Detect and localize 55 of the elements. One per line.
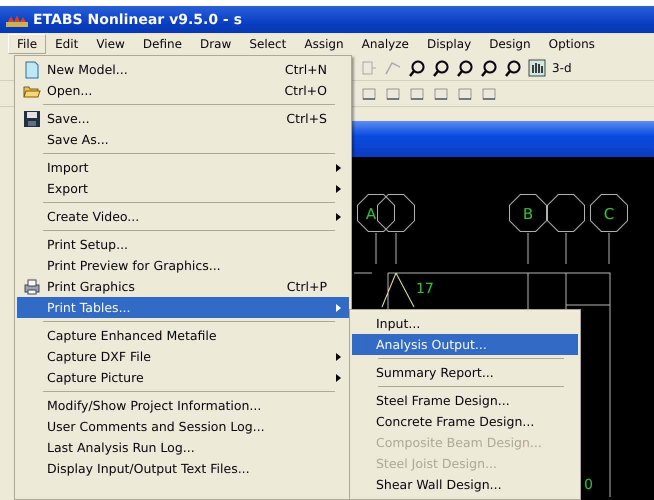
menu-item[interactable]: User Comments and Session Log...	[17, 416, 349, 437]
menu-item[interactable]: Capture Picture	[17, 367, 349, 388]
view-label: 3-d	[552, 60, 572, 74]
menu-item[interactable]: Assign	[295, 34, 353, 54]
zoom-icon[interactable]	[432, 58, 450, 76]
menu-item[interactable]: Create Video...	[17, 206, 349, 227]
menu-item[interactable]: Open... Ctrl+O	[17, 80, 349, 101]
point-label: 17	[416, 281, 434, 297]
menu-item[interactable]: Print Preview for Graphics...	[17, 255, 349, 276]
grid-label: B	[522, 205, 534, 223]
menu-item[interactable]: File	[8, 34, 46, 54]
menu-item[interactable]: Modify/Show Project Information...	[17, 395, 349, 416]
zoom-icon[interactable]	[504, 58, 522, 76]
menu-item[interactable]: Capture Enhanced Metafile	[17, 325, 349, 346]
menu-item[interactable]: Input...	[352, 313, 578, 334]
menu-item[interactable]: Print Setup...	[17, 234, 349, 255]
menu-item[interactable]: Capture DXF File	[17, 346, 349, 367]
shortcut-label: Ctrl+S	[286, 111, 327, 126]
menu-item[interactable]: Print Tables...	[17, 297, 349, 318]
grid-label: A	[366, 205, 376, 223]
menu-item[interactable]: Steel Frame Design...	[352, 390, 578, 411]
menu-item[interactable]: Import	[17, 157, 349, 178]
menu-item[interactable]: Last Analysis Run Log...	[17, 437, 349, 458]
menu-item[interactable]: Summary Report...	[352, 362, 578, 383]
zoom-icon[interactable]	[480, 58, 498, 76]
menu-item[interactable]: Select	[240, 34, 296, 54]
menu-item[interactable]: Display	[418, 34, 480, 54]
menu-item[interactable]: Draw	[191, 34, 240, 54]
window-title: ETABS Nonlinear v9.5.0 - s	[33, 12, 242, 28]
menu-item[interactable]: New Model... Ctrl+N	[17, 59, 349, 80]
menu-item[interactable]: Save... Ctrl+S	[17, 108, 349, 129]
shortcut-label: Ctrl+O	[284, 83, 327, 98]
menu-item[interactable]: Options	[540, 34, 604, 54]
menu-item[interactable]: Analysis Output...	[352, 334, 578, 355]
frame-icon[interactable]	[360, 58, 378, 76]
menu-item[interactable]: Export	[17, 178, 349, 199]
menu-item[interactable]: Print Graphics Ctrl+P	[17, 276, 349, 297]
grid-label: C	[604, 205, 614, 223]
menu-item[interactable]: Shear Wall Design...	[352, 474, 578, 495]
menu-item[interactable]: Display Input/Output Text Files...	[17, 458, 349, 479]
menu-item[interactable]: Save As...	[17, 129, 349, 150]
app-icon	[6, 12, 28, 26]
zoom-icon[interactable]	[456, 58, 474, 76]
menu-item[interactable]: View	[87, 34, 134, 54]
menu-item[interactable]: Edit	[46, 34, 88, 54]
printer-icon	[23, 278, 41, 296]
menu-item[interactable]: Concrete Frame Design...	[352, 411, 578, 432]
menu-item[interactable]: Analyze	[352, 34, 418, 54]
document-icon	[23, 60, 41, 78]
zoom-icon[interactable]	[408, 58, 426, 76]
menu-item[interactable]: Design	[480, 34, 540, 54]
shortcut-label: Ctrl+N	[284, 62, 327, 77]
menu-item[interactable]: Define	[134, 34, 191, 54]
point-label: 0	[584, 477, 593, 493]
shortcut-label: Ctrl+P	[286, 279, 327, 294]
